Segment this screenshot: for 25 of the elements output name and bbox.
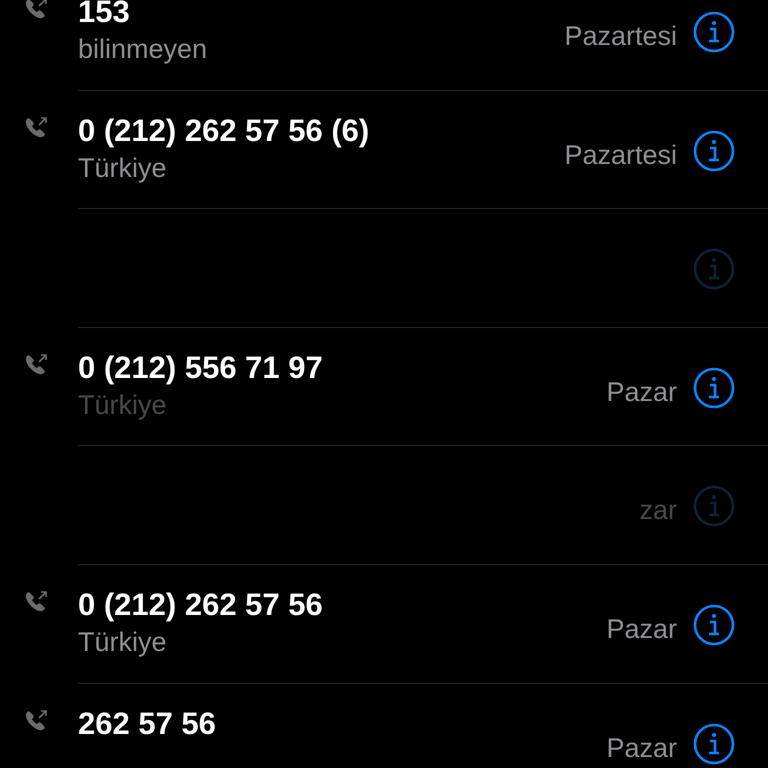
outgoing-call-icon [23, 116, 49, 140]
call-day: Pazar [606, 728, 677, 768]
call-day: Pazartesi [564, 16, 677, 56]
outgoing-call-icon [23, 708, 49, 733]
info-icon[interactable] [693, 366, 735, 409]
call-day: zar [639, 490, 677, 531]
call-day: Pazar [606, 372, 677, 412]
call-location: Türkiye [78, 152, 168, 185]
phone-number: 153 [78, 0, 131, 31]
info-icon[interactable] [693, 11, 735, 53]
info-icon[interactable] [693, 722, 735, 765]
outgoing-call-icon [23, 352, 49, 377]
phone-number: 262 57 56 [78, 704, 217, 743]
phone-number: 0 (212) 262 57 56 (6) [78, 112, 370, 150]
outgoing-call-icon [23, 0, 49, 21]
call-location: bilinmeyen [78, 33, 208, 66]
call-day: Pazar [606, 608, 677, 650]
outgoing-call-icon [23, 590, 49, 614]
phone-number: 0 (212) 556 71 97 [78, 348, 324, 387]
call-location: Türkiye [78, 388, 168, 422]
call-location: Türkiye [78, 626, 168, 659]
info-icon[interactable] [693, 604, 735, 646]
info-icon[interactable] [693, 130, 735, 172]
call-day: Pazartesi [564, 134, 677, 176]
phone-number: 0 (212) 262 57 56 [78, 586, 324, 624]
